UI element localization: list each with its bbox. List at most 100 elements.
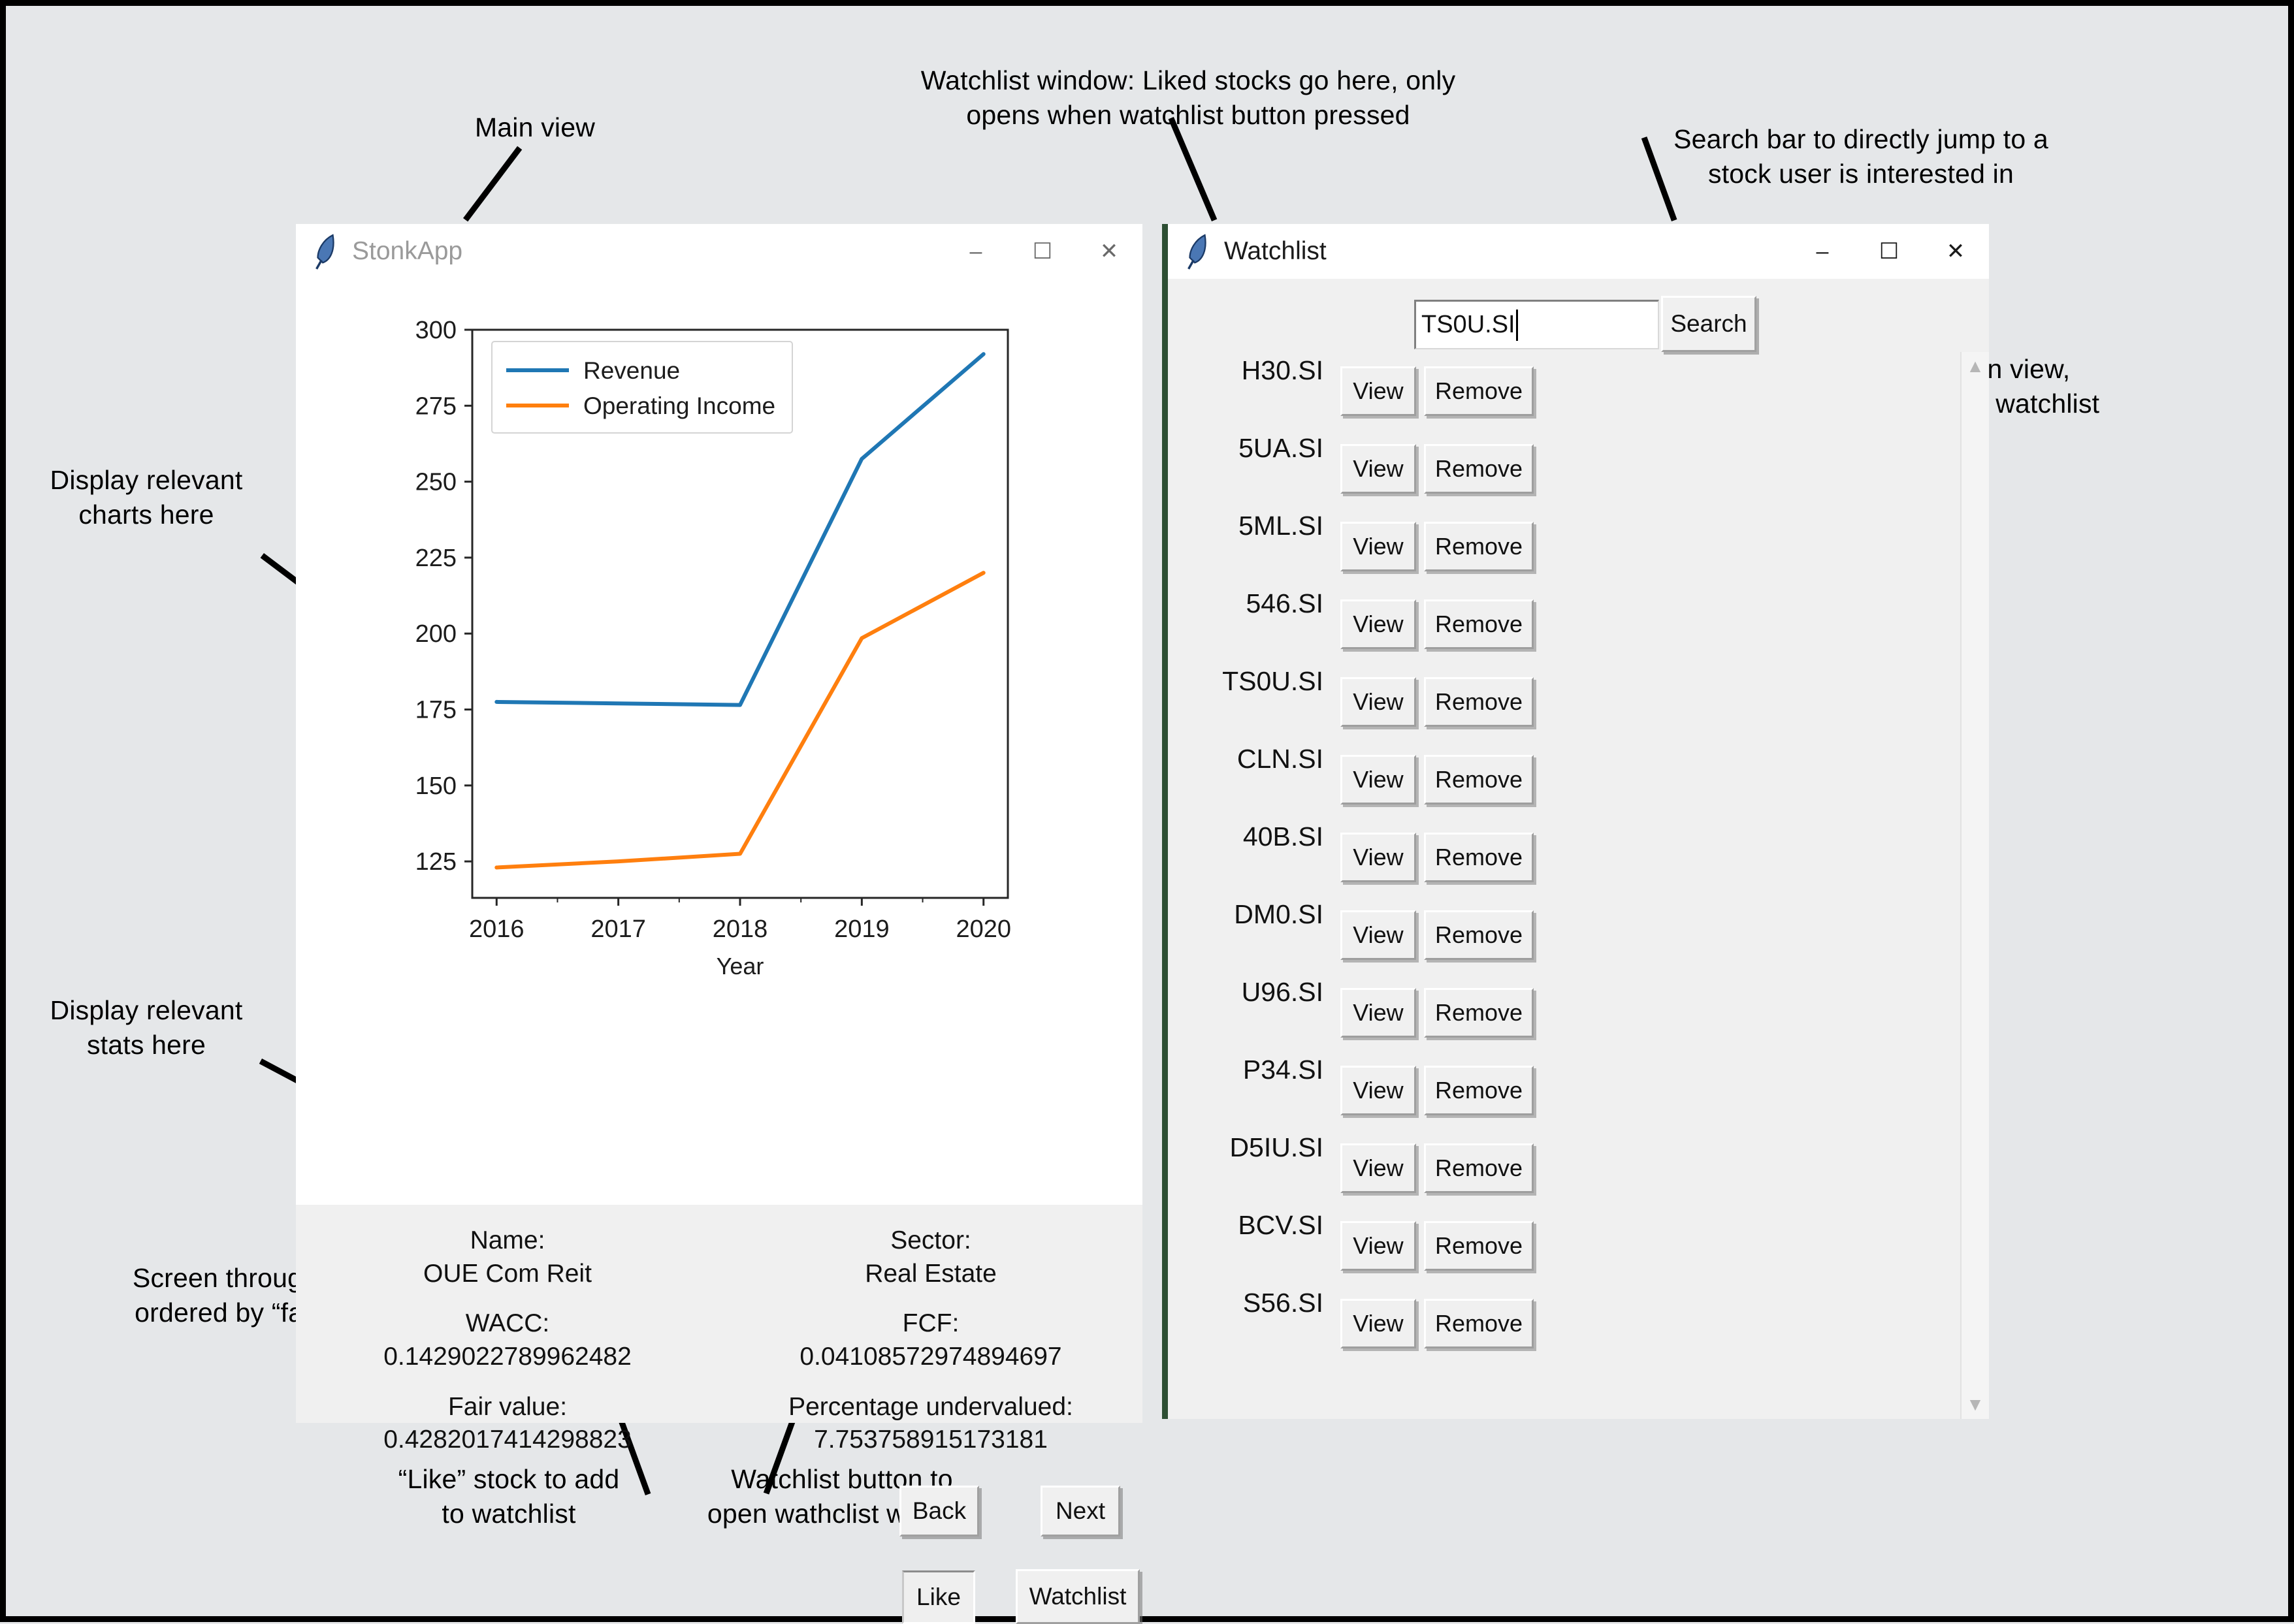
annotation-watchlist-window: Watchlist window: Liked stocks go here, … xyxy=(920,65,1456,131)
watchlist-row: D5IU.SI View Remove xyxy=(1168,1129,1960,1207)
ticker-symbol: CLN.SI xyxy=(1236,744,1323,774)
stat-pct-undervalued: Percentage undervalued: 7.75375891517318… xyxy=(719,1391,1142,1457)
view-button[interactable]: View xyxy=(1340,1299,1416,1348)
chart-ytick-label: 200 xyxy=(415,620,457,648)
remove-button[interactable]: Remove xyxy=(1424,910,1534,960)
ticker-symbol: TS0U.SI xyxy=(1222,666,1323,696)
remove-button[interactable]: Remove xyxy=(1424,988,1534,1038)
maximize-icon[interactable]: ☐ xyxy=(1856,224,1922,279)
stat-pct-undervalued-label: Percentage undervalued: xyxy=(788,1392,1073,1421)
chart-xtick-label: 2018 xyxy=(713,915,768,943)
view-button[interactable]: View xyxy=(1340,1143,1416,1193)
revenue-operating-income-chart: 125 150 175 200 225 250 275 300 2016 2017 2018 201… xyxy=(415,317,1011,979)
remove-button[interactable]: Remove xyxy=(1424,833,1534,882)
stat-sector-value: Real Estate xyxy=(865,1259,997,1288)
stat-fcf: FCF: 0.04108572974894697 xyxy=(719,1307,1142,1373)
remove-button[interactable]: Remove xyxy=(1424,1221,1534,1271)
view-button[interactable]: View xyxy=(1340,1066,1416,1115)
remove-button[interactable]: Remove xyxy=(1424,1066,1534,1115)
chart-xtick-label: 2019 xyxy=(834,915,890,943)
stat-name: Name: OUE Com Reit xyxy=(296,1224,719,1290)
stats-grid: Name: OUE Com Reit Sector: Real Estate W… xyxy=(296,1205,1142,1457)
remove-button[interactable]: Remove xyxy=(1424,677,1534,727)
watchlist-row: 546.SI View Remove xyxy=(1168,585,1960,663)
view-button[interactable]: View xyxy=(1340,522,1416,571)
remove-button[interactable]: Remove xyxy=(1424,366,1534,416)
minimize-icon[interactable]: – xyxy=(943,224,1009,279)
close-icon[interactable]: ✕ xyxy=(1922,224,1989,279)
ticker-symbol: H30.SI xyxy=(1241,355,1323,385)
minimize-icon[interactable]: – xyxy=(1789,224,1856,279)
search-input[interactable]: TS0U.SI xyxy=(1414,300,1659,349)
remove-button[interactable]: Remove xyxy=(1424,444,1534,494)
view-button[interactable]: View xyxy=(1340,366,1416,416)
stonkapp-titlebar[interactable]: StonkApp – ☐ ✕ xyxy=(296,224,1142,279)
stat-sector: Sector: Real Estate xyxy=(719,1224,1142,1290)
watchlist-row: BCV.SI View Remove xyxy=(1168,1207,1960,1285)
stat-fair-value-value: 0.4282017414298823 xyxy=(383,1425,632,1454)
watchlist-row: 5ML.SI View Remove xyxy=(1168,507,1960,586)
ticker-symbol: D5IU.SI xyxy=(1229,1132,1323,1162)
view-button[interactable]: View xyxy=(1340,1221,1416,1271)
watchlist-row: DM0.SI View Remove xyxy=(1168,896,1960,974)
chart-ytick-label: 125 xyxy=(415,848,457,876)
scroll-down-icon[interactable]: ▼ xyxy=(1962,1392,1989,1418)
remove-button[interactable]: Remove xyxy=(1424,599,1534,649)
stonkapp-window: StonkApp – ☐ ✕ 125 150 175 200 225 250 275 300 … xyxy=(296,224,1142,1624)
chart-legend: Revenue Operating Income xyxy=(491,341,793,434)
chart-xtick-label: 2016 xyxy=(469,915,525,943)
annotation-stats-here: Display relevant stats here xyxy=(50,995,243,1060)
stats-area: Name: OUE Com Reit Sector: Real Estate W… xyxy=(296,1205,1142,1454)
search-button[interactable]: Search xyxy=(1661,296,1756,352)
watchlist-titlebar[interactable]: Watchlist – ☐ ✕ xyxy=(1168,224,1989,279)
ticker-symbol: 5UA.SI xyxy=(1238,433,1323,463)
ticker-symbol: S56.SI xyxy=(1242,1288,1323,1318)
remove-button[interactable]: Remove xyxy=(1424,522,1534,571)
text-caret xyxy=(1515,309,1518,341)
scroll-up-icon[interactable]: ▲ xyxy=(1962,353,1989,379)
next-button[interactable]: Next xyxy=(1041,1486,1120,1536)
stat-fair-value-label: Fair value: xyxy=(447,1392,568,1421)
chart-ytick-label: 300 xyxy=(415,317,457,344)
stat-fair-value: Fair value: 0.4282017414298823 xyxy=(296,1391,719,1457)
view-button[interactable]: View xyxy=(1340,988,1416,1038)
watchlist-scrollbar[interactable]: ▲ ▼ xyxy=(1960,352,1989,1419)
stat-fcf-label: FCF: xyxy=(902,1309,960,1338)
ticker-symbol: 546.SI xyxy=(1246,588,1323,618)
watchlist-button[interactable]: Watchlist xyxy=(1016,1569,1140,1624)
view-button[interactable]: View xyxy=(1340,677,1416,727)
annotation-search-bar: Search bar to directly jump to a stock u… xyxy=(1673,124,2048,189)
stat-fcf-value: 0.04108572974894697 xyxy=(800,1343,1062,1371)
back-button[interactable]: Back xyxy=(899,1486,979,1536)
maximize-icon[interactable]: ☐ xyxy=(1009,224,1076,279)
close-icon[interactable]: ✕ xyxy=(1076,224,1142,279)
stat-name-label: Name: xyxy=(470,1226,545,1254)
feather-icon xyxy=(310,232,340,270)
remove-button[interactable]: Remove xyxy=(1424,1143,1534,1193)
view-button[interactable]: View xyxy=(1340,910,1416,960)
watchlist-row: 5UA.SI View Remove xyxy=(1168,430,1960,508)
view-button[interactable]: View xyxy=(1340,444,1416,494)
annotation-like-stock: “Like” stock to add to watchlist xyxy=(398,1464,620,1529)
watchlist-window-controls: – ☐ ✕ xyxy=(1789,224,1989,279)
watchlist-row: P34.SI View Remove xyxy=(1168,1051,1960,1130)
watchlist-row: 40B.SI View Remove xyxy=(1168,818,1960,897)
leader-main-view xyxy=(463,146,523,222)
ticker-symbol: BCV.SI xyxy=(1238,1210,1323,1240)
watchlist-row: U96.SI View Remove xyxy=(1168,974,1960,1052)
remove-button[interactable]: Remove xyxy=(1424,1299,1534,1348)
stat-wacc-value: 0.1429022789962482 xyxy=(383,1343,632,1371)
watchlist-rows: H30.SI View Remove 5UA.SI View Remove 5ML.SI Vi… xyxy=(1168,352,1960,1419)
like-button[interactable]: Like xyxy=(902,1570,975,1624)
view-button[interactable]: View xyxy=(1340,599,1416,649)
chart-ytick-label: 150 xyxy=(415,772,457,800)
legend-label: Revenue xyxy=(583,357,680,384)
ticker-symbol: 5ML.SI xyxy=(1238,511,1323,541)
view-button[interactable]: View xyxy=(1340,833,1416,882)
watchlist-row: CLN.SI View Remove xyxy=(1168,740,1960,819)
remove-button[interactable]: Remove xyxy=(1424,755,1534,804)
view-button[interactable]: View xyxy=(1340,755,1416,804)
chart-xlabel: Year xyxy=(717,953,764,979)
ticker-symbol: P34.SI xyxy=(1242,1055,1323,1085)
stat-name-value: OUE Com Reit xyxy=(423,1259,592,1288)
